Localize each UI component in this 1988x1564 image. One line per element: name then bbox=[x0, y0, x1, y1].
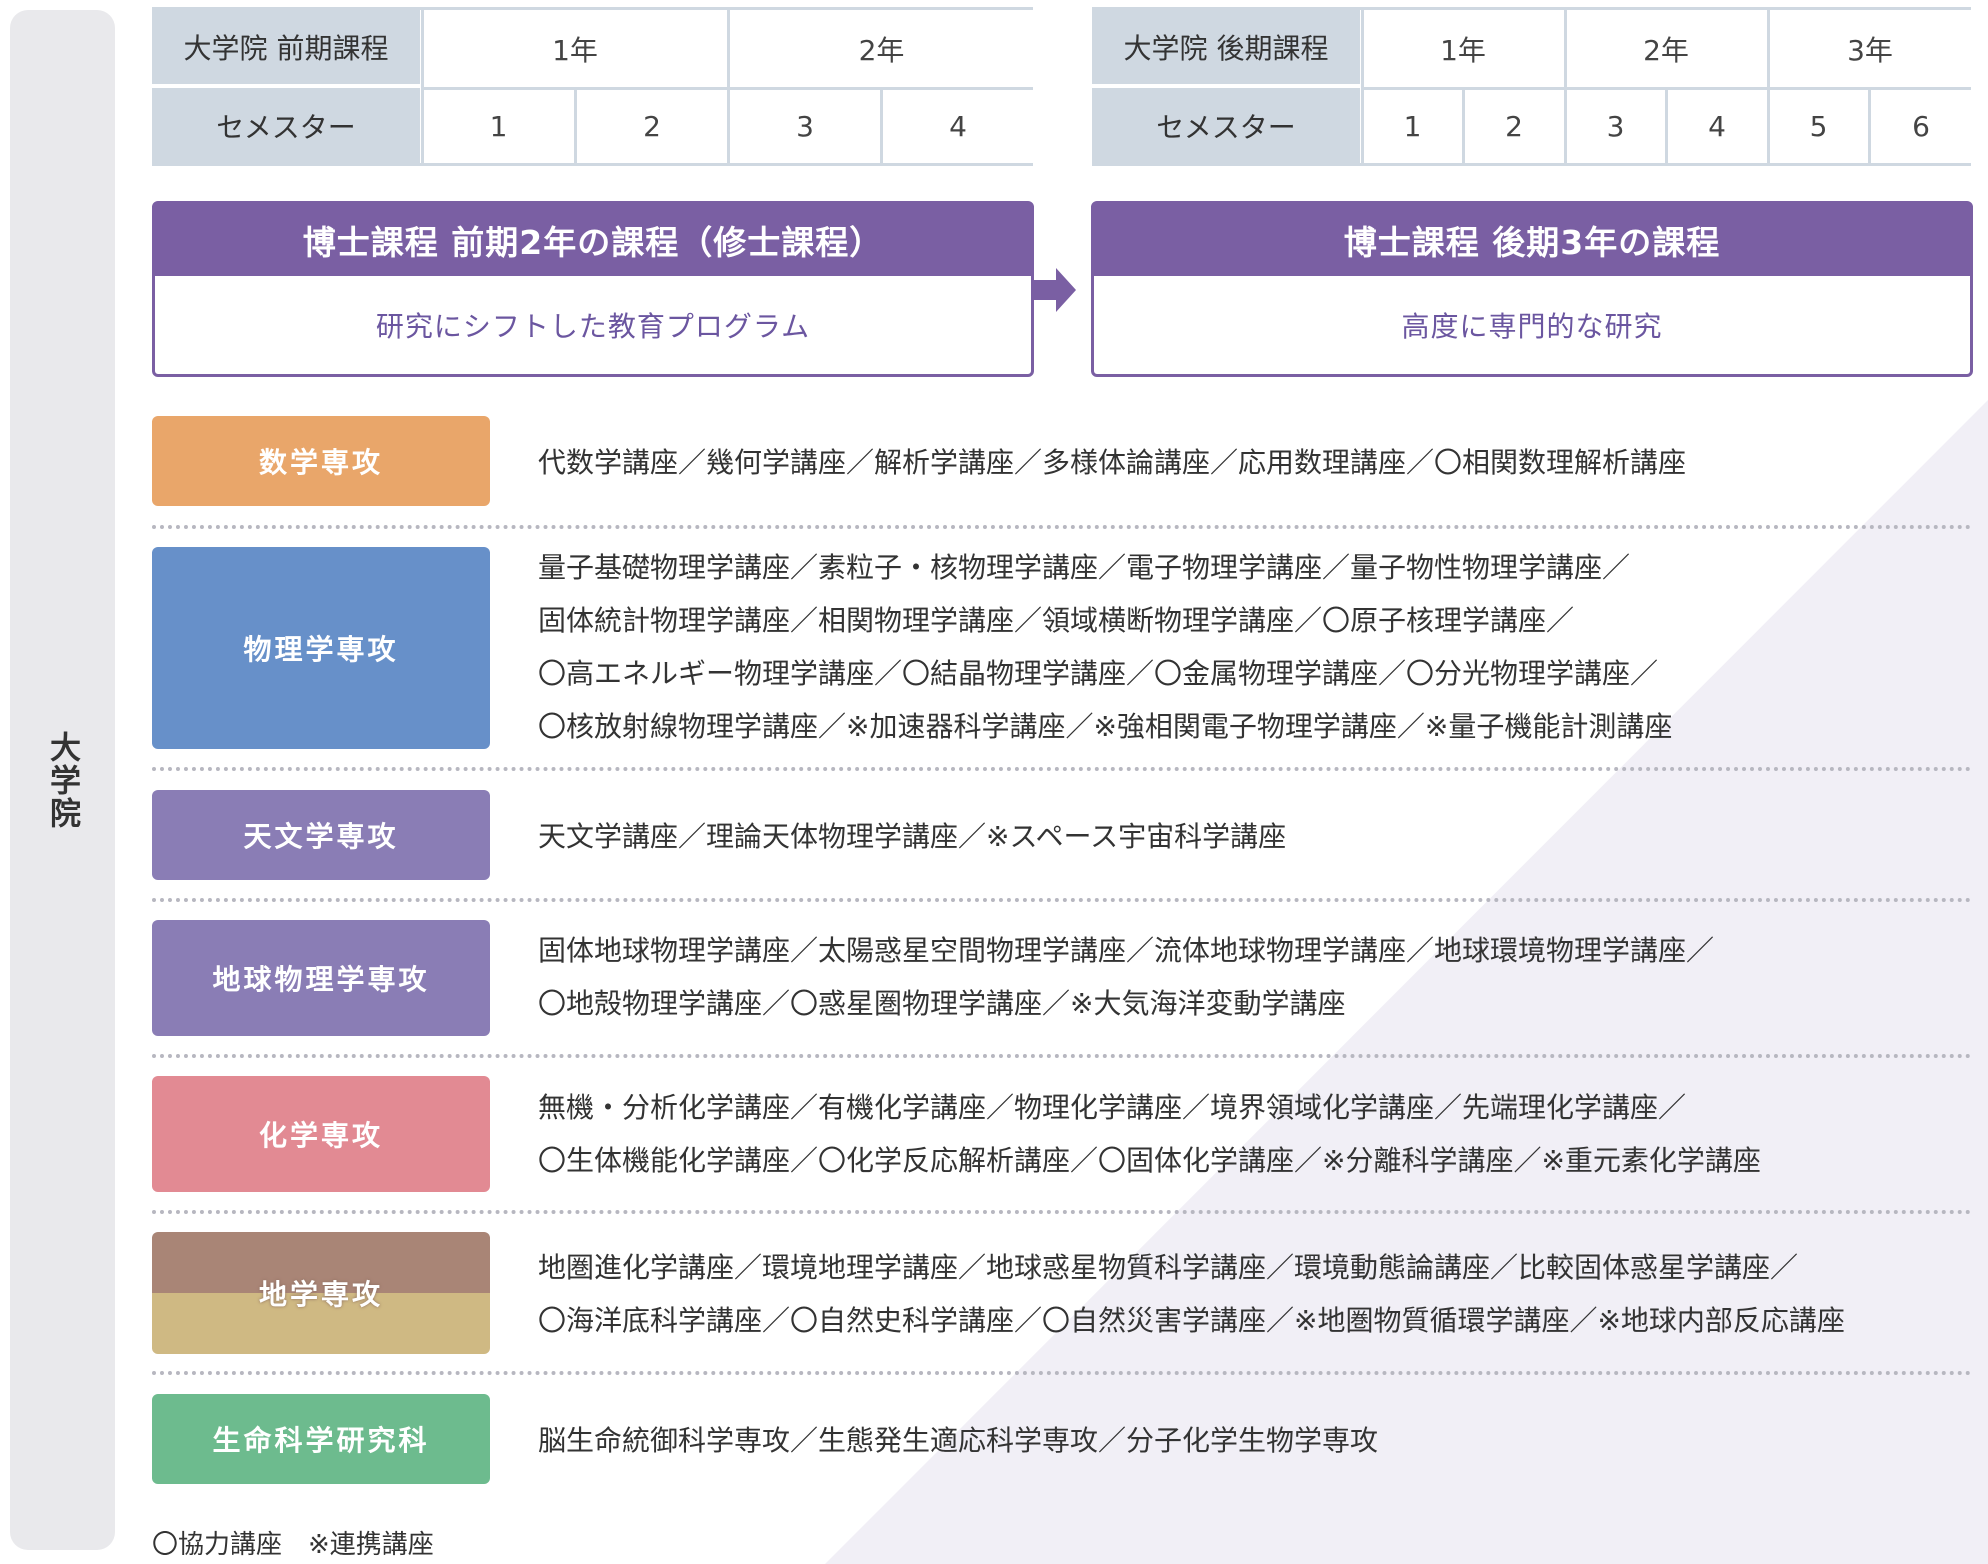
late-table-bottom-border bbox=[1092, 163, 1971, 166]
early-course-title: 大学院 前期課程 bbox=[152, 10, 420, 88]
divider bbox=[152, 1371, 1972, 1375]
major-earth-science: 地学専攻 bbox=[152, 1232, 490, 1354]
major-geophysics-courses: 固体地球物理学講座／太陽惑星空間物理学講座／流体地球物理学講座／地球環境物理学講… bbox=[538, 924, 1968, 1030]
divider bbox=[152, 898, 1972, 902]
early-table-top-border bbox=[152, 7, 1033, 10]
early-table-divider bbox=[727, 7, 730, 166]
late-course-title: 大学院 後期課程 bbox=[1092, 10, 1360, 88]
late-table-divider bbox=[1868, 88, 1871, 166]
major-math-courses: 代数学講座／幾何学講座／解析学講座／多様体論講座／応用数理講座／〇相関数理解析講… bbox=[538, 436, 1968, 489]
course-line: 〇核放射線物理学講座／※加速器科学講座／※強相関電子物理学講座／※量子機能計測講… bbox=[538, 710, 1673, 743]
major-physics-courses: 量子基礎物理学講座／素粒子・核物理学講座／電子物理学講座／量子物性物理学講座／ … bbox=[538, 541, 1968, 753]
major-physics: 物理学専攻 bbox=[152, 547, 490, 749]
early-year-1: 1年 bbox=[423, 10, 727, 88]
course-line: 脳生命統御科学専攻／生態発生適応科学専攻／分子化学生物学専攻 bbox=[538, 1424, 1379, 1457]
major-name: 生命科学研究科 bbox=[212, 1424, 430, 1457]
late-table-divider bbox=[1361, 7, 1364, 166]
early-year-2: 2年 bbox=[730, 10, 1033, 88]
late-table-divider bbox=[1767, 7, 1770, 166]
major-name: 天文学専攻 bbox=[243, 820, 399, 853]
late-semester-5: 5 bbox=[1769, 88, 1868, 164]
early-semester-label: セメスター bbox=[152, 88, 420, 164]
course-line: 〇地殻物理学講座／〇惑星圏物理学講座／※大気海洋変動学講座 bbox=[538, 987, 1346, 1020]
early-semester-4: 4 bbox=[883, 88, 1033, 164]
divider bbox=[152, 1210, 1972, 1214]
graduate-school-side-panel: 大学院 bbox=[10, 10, 115, 1550]
graduate-school-label: 大学院 bbox=[44, 730, 80, 830]
late-table-divider bbox=[1665, 88, 1668, 166]
late-semester-2: 2 bbox=[1465, 88, 1563, 164]
early-program-subtitle: 研究にシフトした教育プログラム bbox=[375, 310, 811, 343]
early-table-bottom-border bbox=[152, 163, 1033, 166]
early-program-box: 博士課程 前期2年の課程（修士課程） 研究にシフトした教育プログラム bbox=[152, 201, 1034, 377]
major-math: 数学専攻 bbox=[152, 416, 490, 506]
major-life-science: 生命科学研究科 bbox=[152, 1394, 490, 1484]
late-year-2: 2年 bbox=[1566, 10, 1766, 88]
course-line: 〇生体機能化学講座／〇化学反応解析講座／〇固体化学講座／※分離科学講座／※重元素… bbox=[538, 1144, 1761, 1177]
major-chemistry: 化学専攻 bbox=[152, 1076, 490, 1192]
early-semester-3: 3 bbox=[730, 88, 880, 164]
legend: 〇協力講座 ※連携講座 bbox=[152, 1530, 434, 1560]
major-name: 地学専攻 bbox=[258, 1278, 383, 1311]
major-earth-science-courses: 地圏進化学講座／環境地理学講座／地球惑星物質科学講座／環境動態論講座／比較固体惑… bbox=[538, 1241, 1968, 1347]
late-program-box: 博士課程 後期3年の課程 高度に専門的な研究 bbox=[1091, 201, 1973, 377]
course-line: 代数学講座／幾何学講座／解析学講座／多様体論講座／応用数理講座／〇相関数理解析講… bbox=[538, 446, 1687, 479]
course-line: 固体地球物理学講座／太陽惑星空間物理学講座／流体地球物理学講座／地球環境物理学講… bbox=[538, 934, 1715, 967]
course-line: 天文学講座／理論天体物理学講座／※スペース宇宙科学講座 bbox=[538, 820, 1287, 853]
late-semester-label: セメスター bbox=[1092, 88, 1360, 164]
late-semester-1: 1 bbox=[1363, 88, 1462, 164]
late-table-divider bbox=[1462, 88, 1465, 166]
major-geophysics: 地球物理学専攻 bbox=[152, 920, 490, 1036]
early-table-divider bbox=[880, 88, 883, 166]
course-line: 量子基礎物理学講座／素粒子・核物理学講座／電子物理学講座／量子物性物理学講座／ bbox=[538, 551, 1631, 584]
major-astronomy-courses: 天文学講座／理論天体物理学講座／※スペース宇宙科学講座 bbox=[538, 810, 1968, 863]
divider bbox=[152, 525, 1972, 529]
late-program-title: 博士課程 後期3年の課程 bbox=[1094, 204, 1970, 276]
late-semester-4: 4 bbox=[1668, 88, 1766, 164]
major-name: 物理学専攻 bbox=[243, 633, 399, 666]
major-chemistry-courses: 無機・分析化学講座／有機化学講座／物理化学講座／境界領域化学講座／先端理化学講座… bbox=[538, 1081, 1968, 1187]
late-semester-6: 6 bbox=[1871, 88, 1971, 164]
late-year-1: 1年 bbox=[1363, 10, 1563, 88]
early-semester-1: 1 bbox=[423, 88, 574, 164]
early-semester-2: 2 bbox=[577, 88, 727, 164]
course-line: 地圏進化学講座／環境地理学講座／地球惑星物質科学講座／環境動態論講座／比較固体惑… bbox=[538, 1251, 1799, 1284]
course-line: 固体統計物理学講座／相関物理学講座／領域横断物理学講座／〇原子核理学講座／ bbox=[538, 604, 1575, 637]
course-line: 〇海洋底科学講座／〇自然史科学講座／〇自然災害学講座／※地圏物質循環学講座／※地… bbox=[538, 1304, 1845, 1337]
course-line: 無機・分析化学講座／有機化学講座／物理化学講座／境界領域化学講座／先端理化学講座… bbox=[538, 1091, 1687, 1124]
late-semester-3: 3 bbox=[1566, 88, 1665, 164]
late-table-divider bbox=[1564, 7, 1567, 166]
early-table-divider bbox=[421, 7, 424, 166]
major-name: 地球物理学専攻 bbox=[212, 963, 430, 996]
course-line: 〇高エネルギー物理学講座／〇結晶物理学講座／〇金属物理学講座／〇分光物理学講座／ bbox=[538, 657, 1659, 690]
major-name: 化学専攻 bbox=[258, 1119, 383, 1152]
early-program-title: 博士課程 前期2年の課程（修士課程） bbox=[155, 204, 1031, 276]
major-name: 数学専攻 bbox=[258, 446, 383, 479]
major-life-science-courses: 脳生命統御科学専攻／生態発生適応科学専攻／分子化学生物学専攻 bbox=[538, 1414, 1968, 1467]
early-table-divider bbox=[574, 88, 577, 166]
late-year-3: 3年 bbox=[1769, 10, 1971, 88]
late-program-subtitle: 高度に専門的な研究 bbox=[1401, 310, 1663, 343]
late-table-top-border bbox=[1092, 7, 1971, 10]
divider bbox=[152, 767, 1972, 771]
arrow-right-icon bbox=[1034, 268, 1076, 312]
divider bbox=[152, 1054, 1972, 1058]
major-astronomy: 天文学専攻 bbox=[152, 790, 490, 880]
